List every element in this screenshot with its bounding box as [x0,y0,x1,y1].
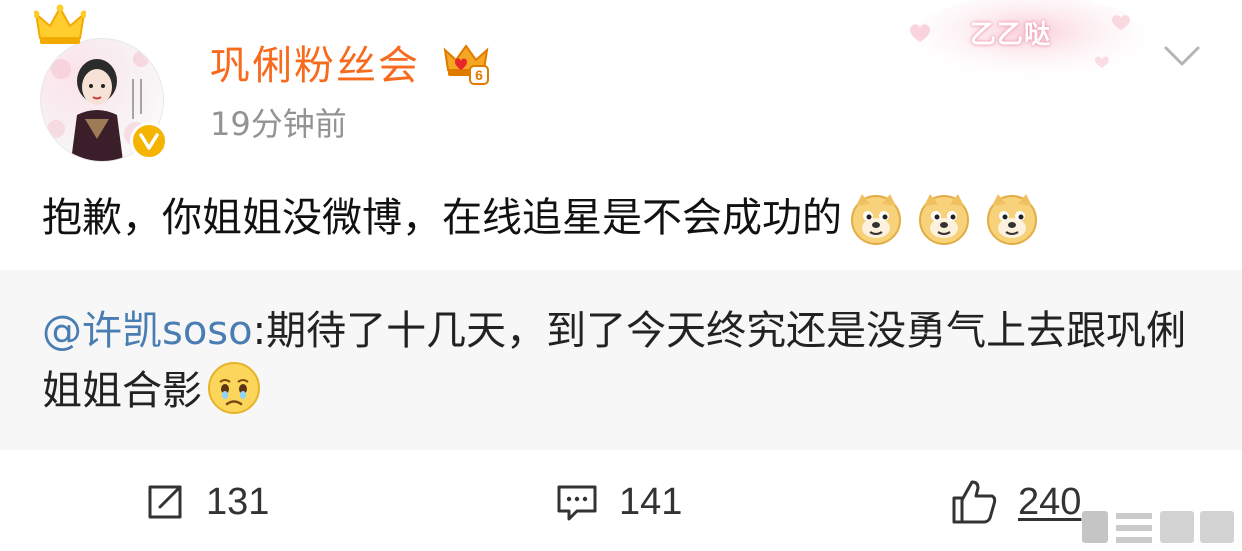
doge-emoji [851,194,901,245]
quoted-post-text: @许凯soso:期待了十几天，到了今天终究还是没勇气上去跟巩俐姐姐合影 [42,302,1212,420]
repost-button[interactable]: 131 [144,478,269,526]
post-time: 19分钟前 [210,105,347,143]
doge-emoji [987,194,1037,245]
svg-text:6: 6 [475,67,483,83]
more-options-button[interactable] [1160,38,1204,74]
quoted-post[interactable]: @许凯soso:期待了十几天，到了今天终究还是没勇气上去跟巩俐姐姐合影 [0,270,1242,450]
avatar-container[interactable] [34,4,168,162]
repost-icon [148,485,182,519]
weibo-post-card: 乙乙哒 巩俐粉丝会 6 19分钟前 抱歉，你姐姐没微博，在线追星是不会成功的 @… [0,0,1242,551]
comment-icon [557,485,597,521]
like-button[interactable]: 240 [950,478,1081,526]
watermark [1082,511,1234,543]
comment-count: 141 [619,480,683,523]
vip-crown-icon: 6 [443,44,489,85]
crown-icon [34,4,86,44]
sad-emoji [208,362,260,414]
repost-count: 131 [206,480,270,523]
doge-emoji [919,194,969,245]
post-content: 抱歉，你姐姐没微博，在线追星是不会成功的 [42,188,1046,248]
chevron-down-icon [1164,46,1200,66]
thumbs-up-icon [952,480,997,524]
verified-icon [130,122,168,160]
like-count: 240 [1018,480,1082,523]
post-text: 抱歉，你姐姐没微博，在线追星是不会成功的 [42,195,842,241]
action-bar: 131 141 240 [0,450,1242,551]
author-name[interactable]: 巩俐粉丝会 [210,40,420,92]
comment-button[interactable]: 141 [555,478,682,526]
mention-link[interactable]: @许凯soso [42,308,253,354]
decoration-text: 乙乙哒 [970,20,1052,50]
